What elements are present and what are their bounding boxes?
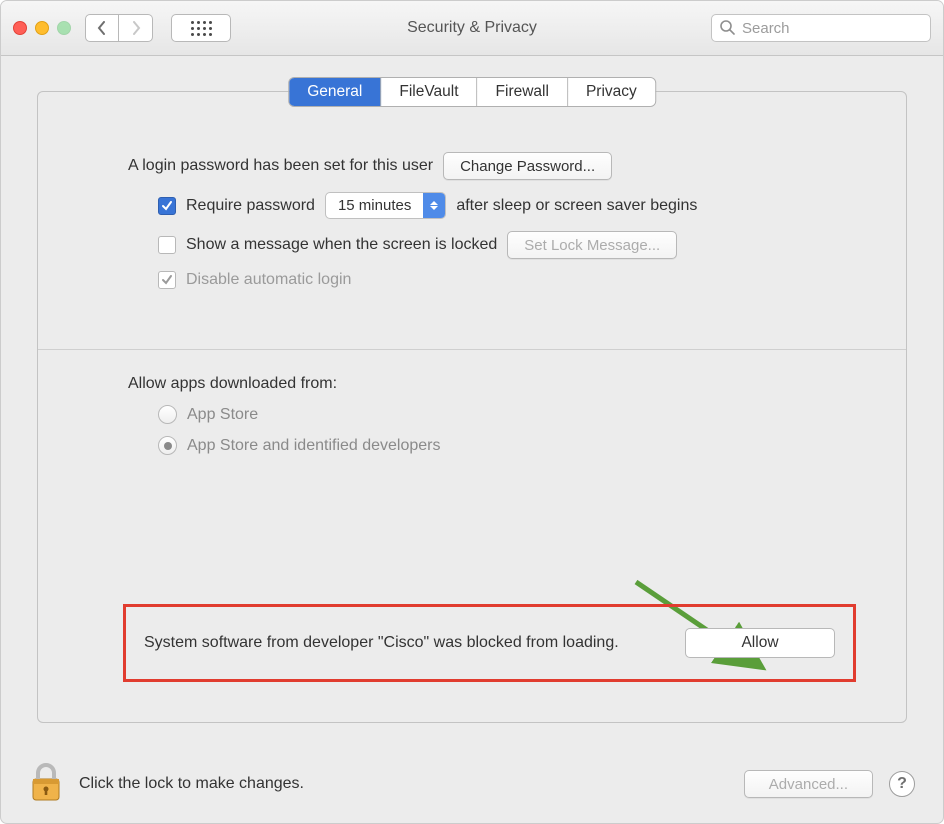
- radio-app-store-label: App Store: [187, 406, 258, 424]
- tab-bar: General FileVault Firewall Privacy: [289, 78, 655, 106]
- login-password-label: A login password has been set for this u…: [128, 157, 433, 175]
- chevron-up-down-icon: [423, 193, 445, 218]
- search-input[interactable]: [711, 14, 931, 42]
- change-password-button[interactable]: Change Password...: [443, 152, 612, 180]
- disable-auto-login-checkbox[interactable]: [158, 271, 176, 289]
- tab-general[interactable]: General: [289, 78, 381, 106]
- advanced-button[interactable]: Advanced...: [744, 770, 873, 798]
- require-password-checkbox[interactable]: [158, 197, 176, 215]
- show-message-label: Show a message when the screen is locked: [186, 236, 497, 254]
- lock-icon[interactable]: [29, 762, 63, 807]
- blocked-software-message: System software from developer "Cisco" w…: [144, 634, 665, 652]
- back-button[interactable]: [85, 14, 119, 42]
- allow-apps-heading: Allow apps downloaded from:: [128, 375, 337, 393]
- chevron-right-icon: [131, 21, 141, 35]
- minimize-window-icon[interactable]: [35, 21, 49, 35]
- password-delay-value: 15 minutes: [326, 197, 423, 214]
- lock-message: Click the lock to make changes.: [79, 775, 304, 793]
- login-section: A login password has been set for this u…: [38, 132, 906, 289]
- radio-identified-developers: [158, 436, 177, 455]
- content-panel: General FileVault Firewall Privacy A log…: [37, 91, 907, 723]
- blocked-software-row: System software from developer "Cisco" w…: [123, 604, 856, 682]
- zoom-window-icon: [57, 21, 71, 35]
- search-wrapper: [711, 14, 931, 42]
- radio-app-store: [158, 405, 177, 424]
- tab-filevault[interactable]: FileVault: [381, 78, 477, 106]
- security-privacy-window: Security & Privacy General FileVault Fir…: [0, 0, 944, 824]
- footer-bar: Click the lock to make changes. Advanced…: [1, 745, 943, 823]
- titlebar: Security & Privacy: [1, 1, 943, 56]
- allow-button[interactable]: Allow: [685, 628, 835, 658]
- require-password-label: Require password: [186, 197, 315, 215]
- tab-firewall[interactable]: Firewall: [478, 78, 568, 106]
- show-message-checkbox[interactable]: [158, 236, 176, 254]
- gatekeeper-section: Allow apps downloaded from: App Store Ap…: [38, 375, 906, 455]
- set-lock-message-button: Set Lock Message...: [507, 231, 677, 259]
- nav-back-forward: [85, 14, 153, 42]
- section-divider: [38, 349, 906, 350]
- disable-auto-login-label: Disable automatic login: [186, 271, 351, 289]
- grid-icon: [191, 21, 212, 36]
- after-sleep-label: after sleep or screen saver begins: [456, 197, 697, 215]
- traffic-lights: [13, 21, 71, 35]
- search-icon: [719, 19, 735, 40]
- radio-identified-developers-label: App Store and identified developers: [187, 437, 441, 455]
- show-all-prefs-button[interactable]: [171, 14, 231, 42]
- password-delay-select[interactable]: 15 minutes: [325, 192, 446, 219]
- forward-button[interactable]: [119, 14, 153, 42]
- help-button[interactable]: ?: [889, 771, 915, 797]
- chevron-left-icon: [97, 21, 107, 35]
- close-window-icon[interactable]: [13, 21, 27, 35]
- tab-privacy[interactable]: Privacy: [568, 78, 655, 106]
